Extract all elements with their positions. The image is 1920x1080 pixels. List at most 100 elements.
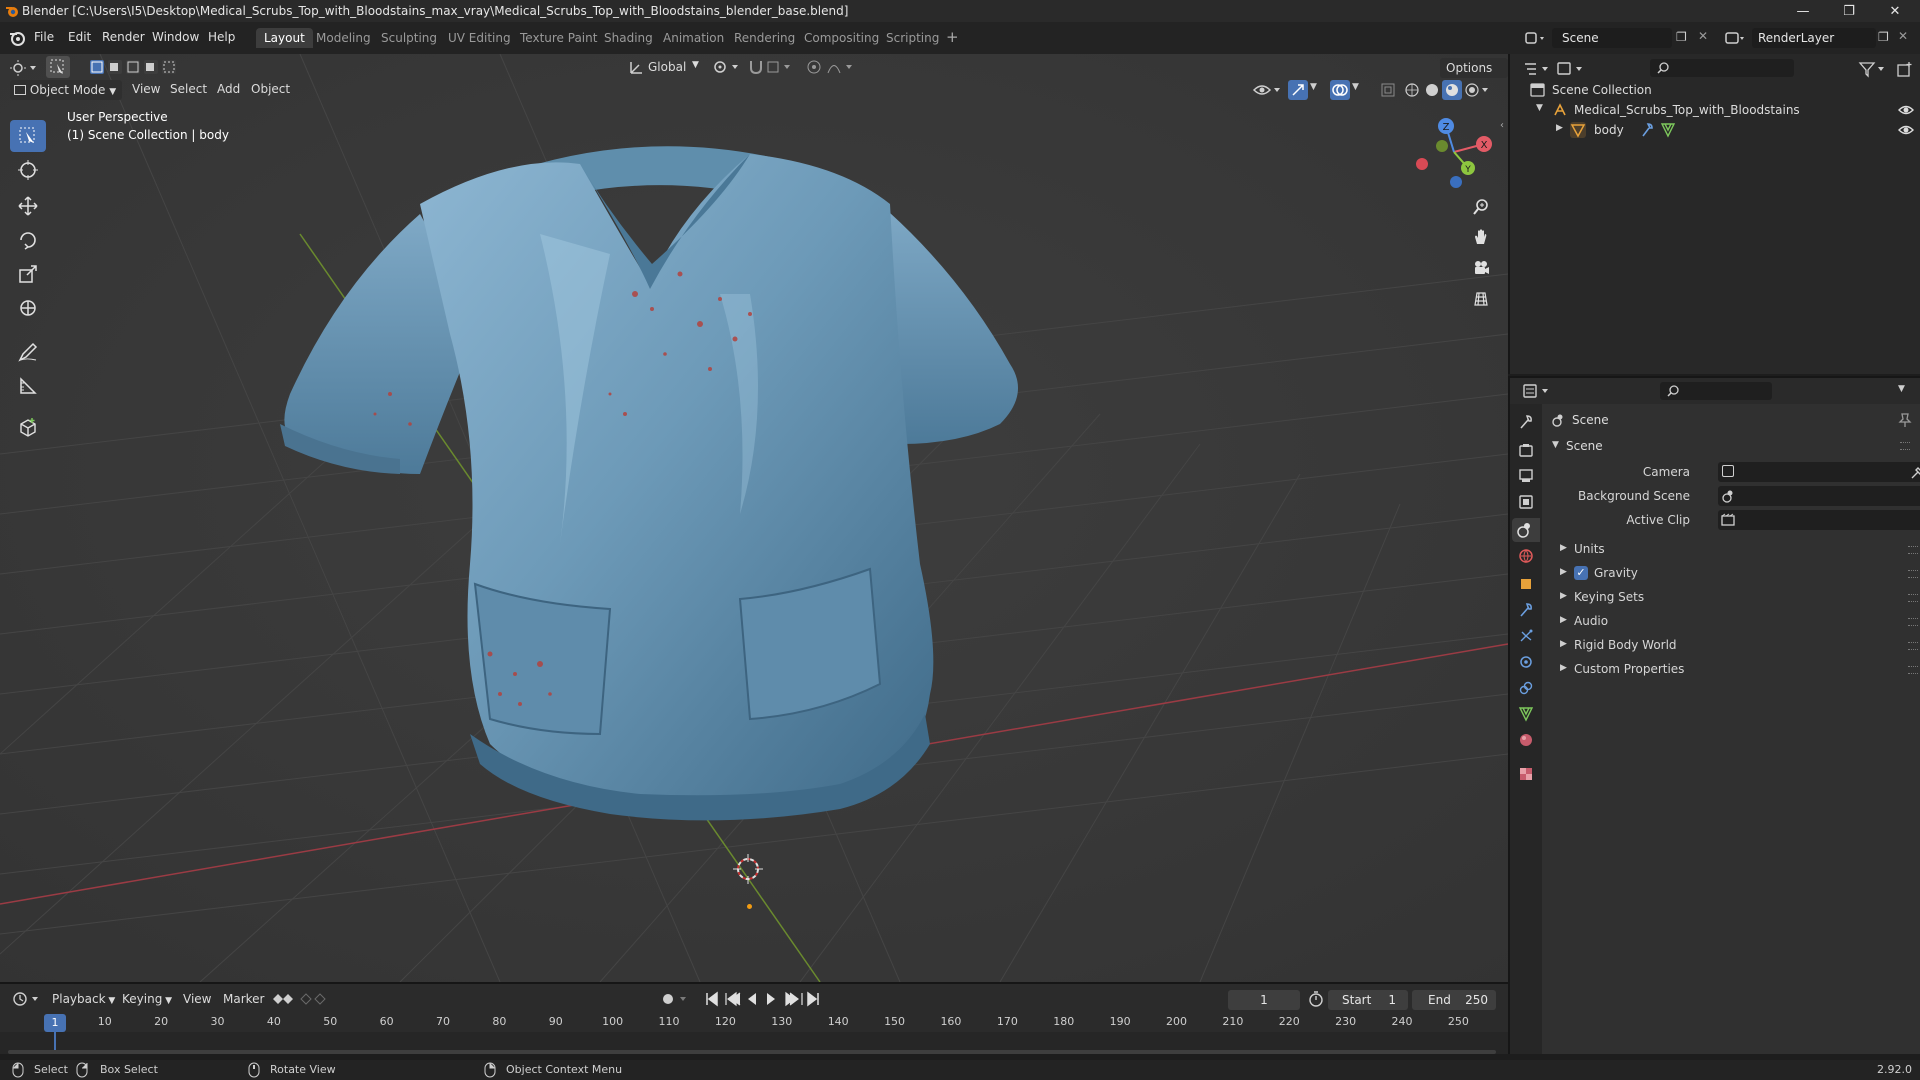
chevron-down-icon[interactable]: ▼ <box>692 60 699 70</box>
tab-animation[interactable]: Animation <box>655 28 732 48</box>
measure-tool[interactable] <box>10 370 46 402</box>
outliner-row-body[interactable]: ▶ body <box>1510 120 1920 140</box>
menu-window[interactable]: Window <box>152 30 199 44</box>
object-tab-icon[interactable] <box>1518 576 1534 592</box>
overlays-toggle-icon[interactable] <box>1330 80 1350 100</box>
record-icon[interactable] <box>660 990 690 1008</box>
visibility-icon[interactable] <box>1252 82 1282 98</box>
proportional-editing-icon[interactable] <box>806 58 854 76</box>
particles-tab-icon[interactable] <box>1518 628 1534 644</box>
material-tab-icon[interactable] <box>1518 732 1534 748</box>
tab-texture-paint[interactable]: Texture Paint <box>512 28 605 48</box>
frame-ruler[interactable]: 10 20 30 40 50 60 70 80 90 100 110 120 130 140 150 160 1… <box>0 1012 1508 1032</box>
shading-modes-icons[interactable] <box>1402 80 1490 100</box>
start-frame-input[interactable]: Start 1 <box>1328 990 1408 1010</box>
remove-viewlayer-icon[interactable]: ✕ <box>1898 29 1908 43</box>
output-tab-icon[interactable] <box>1518 468 1534 484</box>
filter-icon[interactable] <box>1858 60 1888 78</box>
tab-layout[interactable]: Layout <box>256 28 313 48</box>
outliner-row-collection[interactable]: ▼ Medical_Scrubs_Top_with_Bloodstains <box>1510 100 1920 120</box>
selection-mode-icons[interactable] <box>88 58 184 76</box>
custom-properties-panel[interactable]: ▶ Custom Properties <box>1550 658 1920 682</box>
outliner-search-input[interactable] <box>1650 59 1794 77</box>
eye-icon[interactable] <box>1898 102 1914 118</box>
display-mode-icon[interactable] <box>1556 60 1586 78</box>
texture-tab-icon[interactable] <box>1518 766 1534 782</box>
constraints-tab-icon[interactable] <box>1518 680 1534 696</box>
menu-help[interactable]: Help <box>208 30 235 44</box>
add-cube-tool[interactable] <box>10 412 46 444</box>
view-layer-tab-icon[interactable] <box>1518 494 1534 510</box>
drag-handle-icon[interactable] <box>1908 618 1918 626</box>
camera-field[interactable] <box>1718 462 1920 482</box>
drag-handle-icon[interactable] <box>1908 642 1918 650</box>
world-tab-icon[interactable] <box>1518 548 1534 564</box>
expand-right-icon[interactable]: ▶ <box>1556 123 1563 133</box>
scene-tab-icon[interactable] <box>1512 518 1540 542</box>
active-clip-field[interactable] <box>1718 510 1920 530</box>
scrubs-top-model[interactable] <box>280 94 1100 854</box>
navigation-gizmo[interactable]: X Y Z <box>1408 106 1500 198</box>
chevron-left-icon[interactable]: ‹ <box>1500 120 1504 131</box>
viewlayer-selector[interactable]: RenderLayer <box>1752 28 1876 48</box>
viewport-menu-select[interactable]: Select <box>170 82 207 96</box>
pan-hand-icon[interactable] <box>1466 222 1496 252</box>
timeline-menu-marker[interactable]: Marker <box>223 992 264 1006</box>
timeline-editor-icon[interactable] <box>12 990 42 1008</box>
drag-handle-icon[interactable] <box>1908 546 1918 554</box>
cursor-tool[interactable] <box>10 154 46 186</box>
plus-icon[interactable]: + <box>946 28 959 46</box>
ortho-grid-icon[interactable] <box>1466 284 1496 314</box>
remove-scene-icon[interactable]: ✕ <box>1698 29 1708 43</box>
timeline-menu-view[interactable]: View <box>183 992 211 1006</box>
camera-view-icon[interactable] <box>1466 253 1496 283</box>
current-frame-input[interactable]: 1 <box>1228 990 1300 1010</box>
physics-tab-icon[interactable] <box>1518 654 1534 670</box>
blender-menu-icon[interactable] <box>8 29 26 47</box>
scale-tool[interactable] <box>10 258 46 290</box>
modifier-tab-icon[interactable] <box>1518 602 1534 618</box>
options-dropdown[interactable]: Options ▼ <box>1440 58 1508 95</box>
chevron-down-icon[interactable]: ▼ <box>1898 384 1905 394</box>
xray-toggle-icon[interactable] <box>1380 82 1396 98</box>
menu-render[interactable]: Render <box>102 30 145 44</box>
tab-modeling[interactable]: Modeling <box>308 28 379 48</box>
transform-tool[interactable] <box>10 292 46 324</box>
outliner-editor-icon[interactable] <box>1522 60 1552 78</box>
duplicate-scene-icon[interactable]: ❐ <box>1676 30 1687 44</box>
tool-tab-icon[interactable] <box>1518 414 1534 430</box>
drag-handle-icon[interactable] <box>1908 666 1918 674</box>
tab-compositing[interactable]: Compositing <box>796 28 887 48</box>
new-collection-icon[interactable] <box>1896 60 1914 78</box>
audio-panel[interactable]: ▶ Audio <box>1550 610 1920 634</box>
scene-panel-header[interactable]: ▼ Scene <box>1542 434 1920 458</box>
duplicate-viewlayer-icon[interactable]: ❐ <box>1878 30 1889 44</box>
tab-uv-editing[interactable]: UV Editing <box>440 28 519 48</box>
gravity-panel[interactable]: ▶ ✓ Gravity <box>1550 562 1920 586</box>
tab-shading[interactable]: Shading <box>596 28 661 48</box>
units-panel[interactable]: ▶ Units <box>1550 538 1920 562</box>
3d-viewport[interactable]: Global ▼ Options ▼ Object Mode ▼ View Se… <box>0 54 1508 982</box>
stopwatch-icon[interactable] <box>1308 991 1324 1007</box>
timeline-menu-keying[interactable]: Keying ▼ <box>122 992 172 1006</box>
drag-handle-icon[interactable] <box>1908 570 1918 578</box>
mesh-data-icon[interactable] <box>1660 122 1676 138</box>
snap-icon[interactable] <box>748 58 796 76</box>
keyframe-buttons-icon[interactable] <box>272 990 342 1008</box>
tab-scripting[interactable]: Scripting <box>878 28 947 48</box>
timeline-scrollbar[interactable] <box>8 1050 1496 1054</box>
playhead-marker[interactable]: 1 <box>44 1014 66 1032</box>
expand-down-icon[interactable]: ▼ <box>1536 103 1543 113</box>
eyedropper-icon[interactable] <box>1910 464 1920 480</box>
move-tool[interactable] <box>10 190 46 222</box>
transform-orientation-label[interactable]: Global <box>648 60 686 74</box>
outliner-row-scene-collection[interactable]: Scene Collection <box>1510 80 1920 100</box>
pin-icon[interactable] <box>1898 412 1912 428</box>
drag-handle-icon[interactable] <box>1908 594 1918 602</box>
close-button[interactable]: ✕ <box>1872 0 1918 22</box>
properties-search-input[interactable] <box>1660 382 1772 400</box>
keying-sets-panel[interactable]: ▶ Keying Sets <box>1550 586 1920 610</box>
tab-sculpting[interactable]: Sculpting <box>373 28 445 48</box>
editor-type-icon[interactable] <box>10 58 38 78</box>
3d-cursor-icon[interactable] <box>733 854 763 884</box>
